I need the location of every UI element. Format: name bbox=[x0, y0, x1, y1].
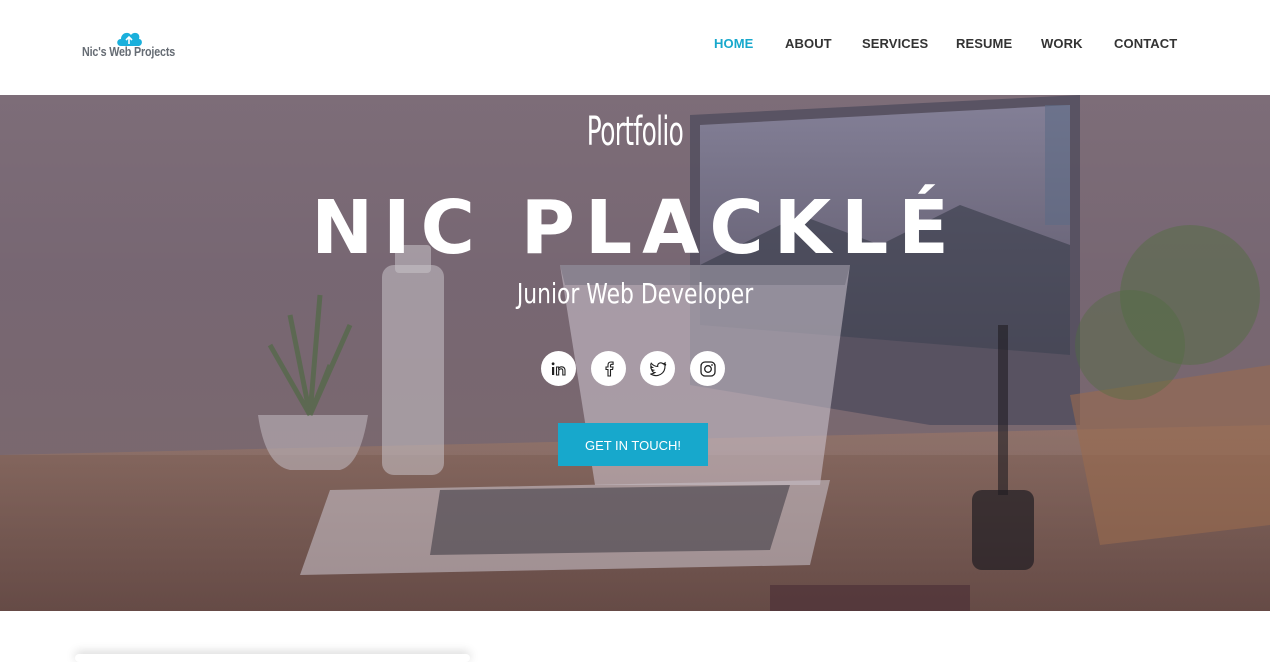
twitter-link[interactable] bbox=[640, 351, 675, 386]
nav-about[interactable]: ABOUT bbox=[785, 36, 832, 51]
twitter-icon bbox=[649, 361, 666, 376]
nav-resume[interactable]: RESUME bbox=[956, 36, 1012, 51]
hero-role: Junior Web Developer bbox=[516, 277, 754, 310]
card-edge bbox=[75, 654, 470, 662]
social-links bbox=[0, 351, 1270, 387]
facebook-link[interactable] bbox=[591, 351, 626, 386]
linkedin-link[interactable] bbox=[541, 351, 576, 386]
hero-kicker: Portfolio bbox=[586, 109, 684, 155]
nav-work[interactable]: WORK bbox=[1041, 36, 1083, 51]
get-in-touch-button[interactable]: GET IN TOUCH! bbox=[558, 423, 708, 466]
next-section bbox=[0, 611, 1270, 662]
main-nav: HOME ABOUT SERVICES RESUME WORK CONTACT bbox=[0, 36, 1270, 56]
nav-home[interactable]: HOME bbox=[714, 36, 753, 51]
hero-section: Portfolio NIC PLACKLÉ Junior Web Develop… bbox=[0, 95, 1270, 611]
hero-name: NIC PLACKLÉ bbox=[311, 185, 959, 271]
facebook-icon bbox=[604, 360, 614, 377]
linkedin-icon bbox=[551, 361, 566, 376]
nav-contact[interactable]: CONTACT bbox=[1114, 36, 1177, 51]
instagram-icon bbox=[699, 360, 716, 377]
nav-services[interactable]: SERVICES bbox=[862, 36, 928, 51]
instagram-link[interactable] bbox=[690, 351, 725, 386]
site-header: Nic's Web Projects HOME ABOUT SERVICES R… bbox=[0, 0, 1270, 95]
